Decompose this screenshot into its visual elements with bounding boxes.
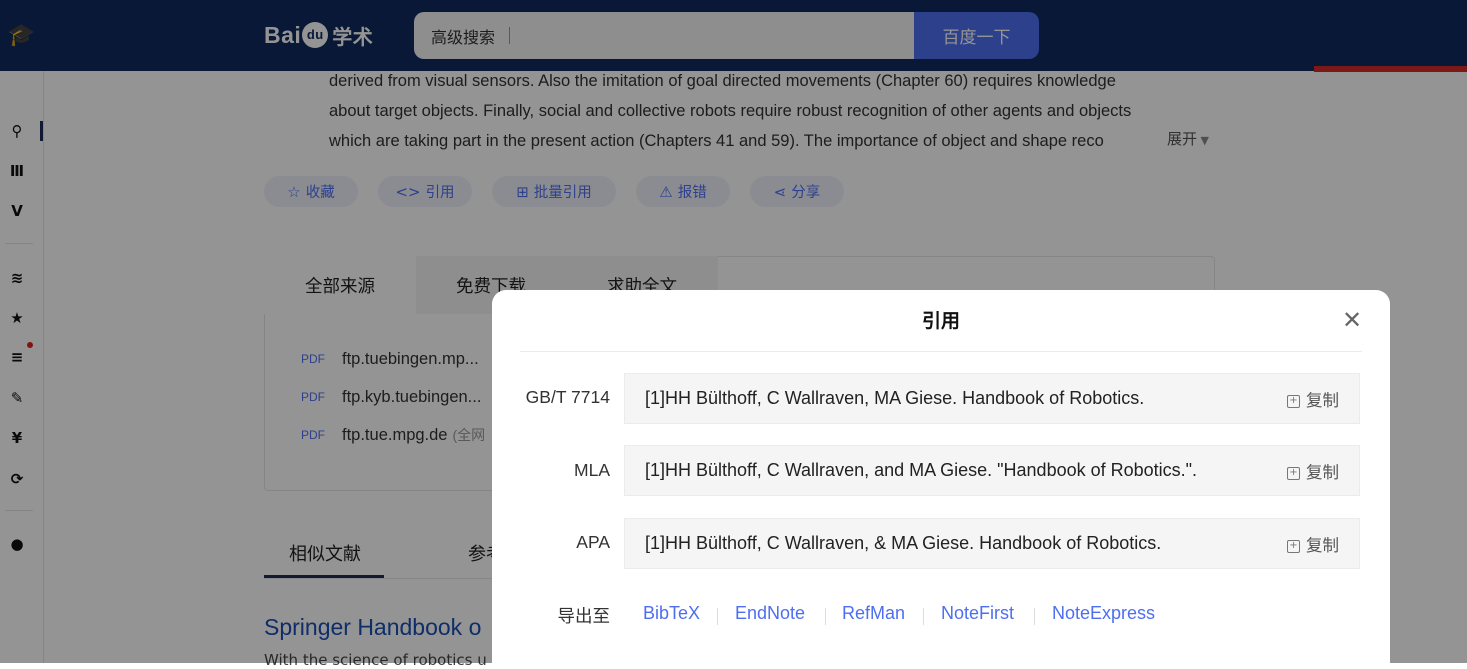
export-separator: [717, 608, 718, 625]
export-label: 导出至: [557, 607, 611, 627]
modal-divider: [520, 351, 1362, 352]
export-separator: [825, 608, 826, 625]
citation-format-label: MLA: [574, 460, 610, 480]
export-separator: [1034, 608, 1035, 625]
citation-text: [1]HH Bülthoff, C Wallraven, and MA Gies…: [645, 460, 1198, 480]
close-icon[interactable]: ✕: [1338, 306, 1366, 334]
citation-format-label: GB/T 7714: [525, 387, 610, 407]
export-refman-link[interactable]: RefMan: [842, 603, 905, 624]
copy-label: 复制: [1306, 391, 1339, 410]
copy-icon: +: [1287, 394, 1300, 408]
copy-button[interactable]: + 复制: [1287, 387, 1339, 411]
export-bibtex-link[interactable]: BibTeX: [643, 603, 700, 624]
export-separator: [923, 608, 924, 625]
citation-box: [1]HH Bülthoff, C Wallraven, MA Giese. H…: [624, 373, 1360, 424]
copy-button[interactable]: + 复制: [1287, 532, 1339, 556]
export-notefirst-link[interactable]: NoteFirst: [941, 603, 1014, 624]
copy-label: 复制: [1306, 536, 1339, 555]
copy-button[interactable]: + 复制: [1287, 459, 1339, 483]
export-noteexpress-link[interactable]: NoteExpress: [1052, 603, 1155, 624]
modal-title: 引用: [921, 310, 960, 332]
cite-modal: 引用 ✕ GB/T 7714 [1]HH Bülthoff, C Wallrav…: [492, 290, 1390, 663]
citation-box: [1]HH Bülthoff, C Wallraven, and MA Gies…: [624, 445, 1360, 496]
citation-text: [1]HH Bülthoff, C Wallraven, MA Giese. H…: [645, 388, 1145, 408]
copy-icon: +: [1287, 539, 1300, 553]
citation-box: [1]HH Bülthoff, C Wallraven, & MA Giese.…: [624, 518, 1360, 569]
copy-label: 复制: [1306, 463, 1339, 482]
citation-text: [1]HH Bülthoff, C Wallraven, & MA Giese.…: [645, 533, 1162, 553]
citation-format-label: APA: [576, 532, 610, 552]
export-endnote-link[interactable]: EndNote: [735, 603, 805, 624]
copy-icon: +: [1287, 466, 1300, 480]
